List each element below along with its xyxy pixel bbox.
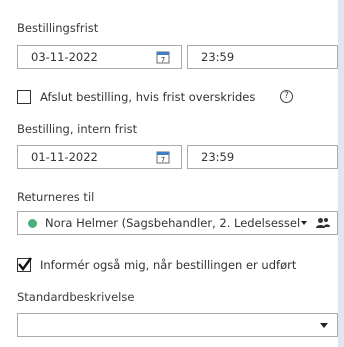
internal-deadline-date-input[interactable]: 01-11-2022 7 [17,145,182,169]
status-dot [28,219,37,228]
checkmark-icon [18,257,32,271]
calendar-icon[interactable]: 7 [156,50,170,64]
deadline-label: Bestillingsfrist [17,21,99,35]
svg-text:7: 7 [161,156,165,164]
order-form-panel: Bestillingsfrist 03-11-2022 7 23:59 Afsl… [0,0,338,347]
internal-deadline-time-input[interactable]: 23:59 [187,145,338,169]
caret-down-icon[interactable] [320,323,328,328]
deadline-date-input[interactable]: 03-11-2022 7 [17,45,182,69]
close-if-exceeded-label: Afslut bestilling, hvis frist overskride… [40,90,256,104]
deadline-time-input[interactable]: 23:59 [187,45,338,69]
return-to-label: Returneres til [17,190,95,204]
close-if-exceeded-checkbox[interactable] [17,90,31,104]
internal-deadline-date-value: 01-11-2022 [31,150,98,164]
standard-description-select[interactable] [17,313,338,337]
svg-text:7: 7 [161,56,165,64]
standard-description-label: Standardbeskrivelse [17,290,135,304]
deadline-time-value: 23:59 [201,50,235,64]
return-to-value: Nora Helmer (Sagsbehandler, 2. Ledelsess… [45,216,301,230]
notify-me-checkbox[interactable] [17,257,32,272]
internal-deadline-label: Bestilling, intern frist [17,122,138,136]
question-circle-icon[interactable]: ? [280,90,293,103]
caret-down-icon[interactable] [301,221,307,225]
calendar-icon[interactable]: 7 [156,150,170,164]
people-icon[interactable] [316,217,330,229]
notify-me-label: Informér også mig, når bestillingen er u… [40,258,297,272]
deadline-date-value: 03-11-2022 [31,50,98,64]
return-to-select[interactable]: Nora Helmer (Sagsbehandler, 2. Ledelsess… [17,211,338,235]
internal-deadline-time-value: 23:59 [201,150,235,164]
